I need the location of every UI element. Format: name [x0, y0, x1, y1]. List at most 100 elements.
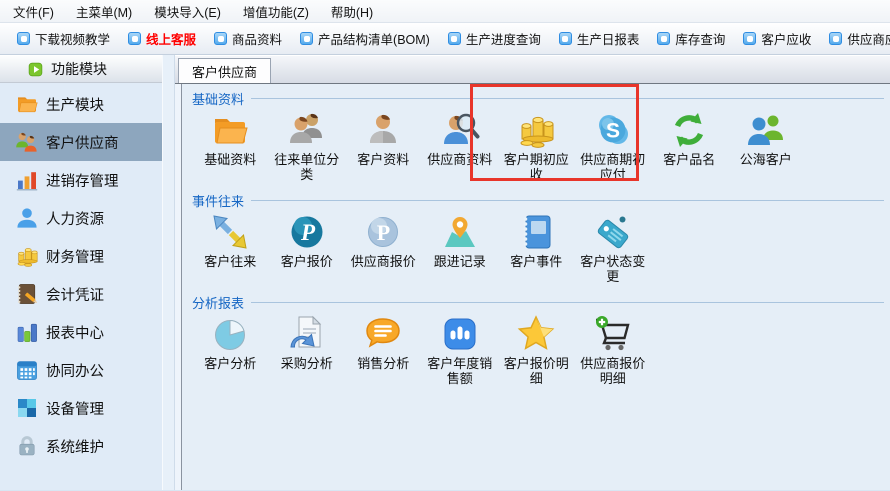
feature-customer-quote-detail[interactable]: 客户报价明细 [498, 312, 575, 386]
report-bars-icon [15, 320, 39, 344]
checkbox-icon[interactable] [829, 32, 842, 45]
toolbar-item-label: 库存查询 [675, 29, 725, 48]
feature-customer-contact[interactable]: 客户往来 [192, 210, 269, 269]
chat-orange-icon [361, 312, 405, 356]
section-header: 基础资料 [192, 90, 884, 106]
sidebar-item-label: 人力资源 [46, 208, 104, 229]
feature-supplier-opening-payable[interactable]: S供应商期初应付 [575, 108, 652, 182]
toolbar-item-label: 客户应收 [761, 29, 811, 48]
feature-supplier-quote-detail[interactable]: 供应商报价明细 [575, 312, 652, 386]
feature-grid: 基础资料往来单位分类客户资料供应商资料客户期初应收S供应商期初应付客户品名公海客… [192, 108, 884, 182]
coins-gold-icon [514, 108, 558, 152]
sidebar-splitter[interactable] [162, 55, 175, 490]
sidebar-item-office[interactable]: 协同办公 [0, 351, 162, 389]
folder-orange-icon [15, 92, 39, 116]
feature-item-label: 客户往来 [204, 254, 256, 269]
calendar-blue-icon [15, 358, 39, 382]
toolbar-item-online-service[interactable]: 线上客服 [119, 29, 205, 48]
feature-customer-annual-sales[interactable]: 客户年度销售额 [422, 312, 499, 386]
menu-item-module-import[interactable]: 模块导入(E) [143, 0, 232, 22]
feature-sales-analysis[interactable]: 销售分析 [345, 312, 422, 371]
coins-gold-icon [15, 244, 39, 268]
main-area: 客户供应商 基础资料基础资料往来单位分类客户资料供应商资料客户期初应收S供应商期… [175, 55, 890, 490]
menu-item-file[interactable]: 文件(F) [2, 0, 65, 22]
feature-contact-category[interactable]: 往来单位分类 [269, 108, 346, 182]
feature-grid: 客户分析采购分析销售分析客户年度销售额客户报价明细供应商报价明细 [192, 312, 884, 386]
tab-strip: 客户供应商 [175, 55, 890, 84]
feature-customer-analysis[interactable]: 客户分析 [192, 312, 269, 371]
feature-customer-product[interactable]: 客户品名 [651, 108, 728, 167]
pie-chart-icon [208, 312, 252, 356]
lock-gray-icon [15, 434, 39, 458]
toolbar-item-supplier-payable[interactable]: 供应商应付 [820, 29, 890, 48]
feature-item-label: 供应商报价明细 [578, 356, 648, 386]
toolbar-item-production-daily[interactable]: 生产日报表 [550, 29, 649, 48]
sidebar-item-equipment[interactable]: 设备管理 [0, 389, 162, 427]
toolbar-item-label: 供应商应付 [847, 29, 890, 48]
checkbox-icon[interactable] [128, 32, 141, 45]
feature-supplier-info[interactable]: 供应商资料 [422, 108, 499, 167]
feature-basic-info[interactable]: 基础资料 [192, 108, 269, 167]
sidebar-header-label: 功能模块 [51, 59, 107, 79]
svg-text:P: P [377, 220, 390, 245]
feature-public-customer[interactable]: 公海客户 [728, 108, 805, 167]
tab-customer-supplier[interactable]: 客户供应商 [178, 58, 271, 83]
refresh-green-icon [667, 108, 711, 152]
checkbox-inner [132, 36, 138, 42]
checkbox-inner [451, 36, 457, 42]
sidebar-item-customer-supplier[interactable]: 客户供应商 [0, 123, 162, 161]
feature-customer-status-change[interactable]: 客户状态变更 [575, 210, 652, 284]
feature-purchase-analysis[interactable]: 采购分析 [269, 312, 346, 371]
sidebar-header[interactable]: 功能模块 [0, 55, 162, 83]
checkbox-icon[interactable] [559, 32, 572, 45]
checkbox-icon[interactable] [214, 32, 227, 45]
feature-customer-quote[interactable]: P客户报价 [269, 210, 346, 269]
person-gray-icon [361, 108, 405, 152]
checkbox-icon[interactable] [448, 32, 461, 45]
toolbar-item-label: 商品资料 [232, 29, 282, 48]
toolbar-item-customer-receivable[interactable]: 客户应收 [734, 29, 820, 48]
feature-item-label: 客户资料 [357, 152, 409, 167]
section-divider-line [251, 98, 884, 99]
content-row: 功能模块 生产模块客户供应商进销存管理人力资源财务管理会计凭证报表中心协同办公设… [0, 55, 890, 490]
toolbar-item-download-video[interactable]: 下载视频教学 [8, 29, 119, 48]
checkbox-icon[interactable] [657, 32, 670, 45]
menu-item-value-added[interactable]: 增值功能(Z) [232, 0, 320, 22]
toolbar-item-inventory-query[interactable]: 库存查询 [648, 29, 734, 48]
svg-text:S: S [606, 120, 620, 143]
toolbar-item-label: 产品结构清单(BOM) [318, 29, 430, 48]
sidebar-item-production[interactable]: 生产模块 [0, 85, 162, 123]
notebook-blue-icon [514, 210, 558, 254]
feature-item-label: 客户事件 [510, 254, 562, 269]
toolbar-item-production-progress[interactable]: 生产进度查询 [439, 29, 550, 48]
checkbox-icon[interactable] [300, 32, 313, 45]
squares-blue-icon [15, 396, 39, 420]
feature-supplier-quote[interactable]: P供应商报价 [345, 210, 422, 269]
menu-item-help[interactable]: 帮助(H) [320, 0, 384, 22]
toolbar-item-bom[interactable]: 产品结构清单(BOM) [291, 29, 439, 48]
checkbox-icon[interactable] [17, 32, 30, 45]
sidebar-item-report-center[interactable]: 报表中心 [0, 313, 162, 351]
feature-customer-opening-receivable[interactable]: 客户期初应收 [498, 108, 575, 182]
sidebar-item-maintenance[interactable]: 系统维护 [0, 427, 162, 465]
sidebar-item-label: 系统维护 [46, 436, 104, 457]
feature-follow-record[interactable]: 跟进记录 [422, 210, 499, 269]
feature-item-label: 采购分析 [281, 356, 333, 371]
checkbox-inner [562, 36, 568, 42]
feature-customer-event[interactable]: 客户事件 [498, 210, 575, 269]
feature-item-label: 客户报价明细 [501, 356, 571, 386]
sidebar-item-voucher[interactable]: 会计凭证 [0, 275, 162, 313]
sidebar-item-hr[interactable]: 人力资源 [0, 199, 162, 237]
sidebar-item-finance[interactable]: 财务管理 [0, 237, 162, 275]
checkbox-icon[interactable] [743, 32, 756, 45]
sidebar-item-inventory[interactable]: 进销存管理 [0, 161, 162, 199]
skype-icon: S [591, 108, 635, 152]
toolbar-item-product-info[interactable]: 商品资料 [205, 29, 291, 48]
feature-item-label: 往来单位分类 [272, 152, 342, 182]
people-blue-green-icon [744, 108, 788, 152]
menu-item-main-menu[interactable]: 主菜单(M) [65, 0, 143, 22]
menu-bar: 文件(F)主菜单(M)模块导入(E)增值功能(Z)帮助(H) [0, 0, 890, 23]
p-dark-icon: P [285, 210, 329, 254]
sidebar-item-label: 会计凭证 [46, 284, 104, 305]
feature-customer-info[interactable]: 客户资料 [345, 108, 422, 167]
